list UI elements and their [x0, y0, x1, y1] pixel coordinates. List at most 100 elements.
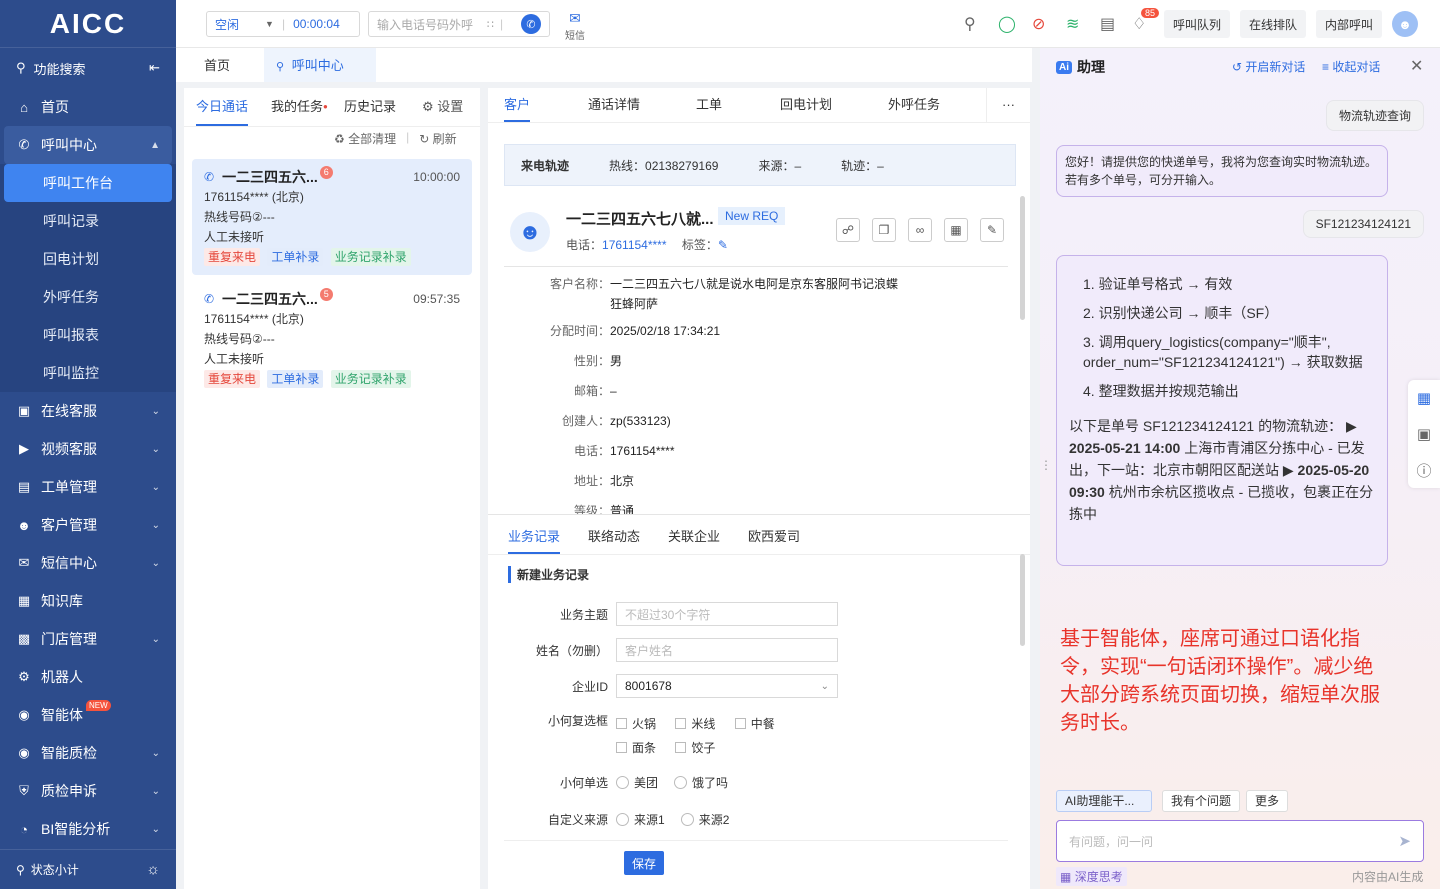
agent-status-select[interactable]: 空闲 ▼ | 00:00:04: [206, 11, 360, 37]
scrollbar[interactable]: [1020, 196, 1025, 320]
call-card[interactable]: ✆ 一二三四五六... 6 10:00:00 1761154**** (北京) …: [192, 159, 472, 275]
save-button[interactable]: 保存: [624, 851, 664, 875]
radio-meituan[interactable]: 美团: [616, 774, 658, 791]
status-summary[interactable]: ⚲ 状态小计 ☼: [0, 849, 176, 889]
trace-path: 轨迹：–: [841, 158, 884, 173]
sidebar-item-agent[interactable]: ◉ 智能体 NEW: [0, 696, 176, 734]
tab-callback-plan[interactable]: 回电计划: [780, 88, 832, 122]
scrollbar[interactable]: [1020, 554, 1025, 646]
radio-source2[interactable]: 来源2: [680, 811, 729, 828]
tab-call-detail[interactable]: 通话详情: [588, 88, 640, 122]
mute-icon[interactable]: ⊘: [1032, 14, 1045, 34]
gear-icon: ⚙: [422, 99, 434, 114]
message-icon[interactable]: ▣: [1408, 416, 1440, 452]
new-chat-label: 开启新对话: [1245, 60, 1306, 74]
sidebar-item-appeal[interactable]: ⛨ 质检申诉 ⌄: [0, 772, 176, 810]
submenu-item-workbench[interactable]: 呼叫工作台: [4, 164, 172, 202]
link-icon[interactable]: ☍: [836, 218, 860, 242]
chain-icon[interactable]: ∞: [908, 218, 932, 242]
function-search[interactable]: ⚲ 功能搜索 ⇤: [0, 48, 176, 88]
tab-customer[interactable]: 客户: [504, 88, 531, 122]
sidebar-item-robot[interactable]: ⚙ 机器人: [0, 658, 176, 696]
calendar-icon[interactable]: ▤: [1100, 14, 1115, 34]
sidebar-item-knowledge[interactable]: ▦ 知识库: [0, 582, 176, 620]
checkbox-mian[interactable]: 面条: [616, 736, 656, 760]
sidebar-item-home[interactable]: ⌂ 首页: [0, 88, 176, 126]
scan-icon[interactable]: ▦: [944, 218, 968, 242]
more-tabs-button[interactable]: ···: [986, 88, 1030, 122]
radio-source1[interactable]: 来源1: [616, 811, 665, 828]
avatar[interactable]: ☻: [1392, 11, 1418, 37]
submenu-item-callback-plan[interactable]: 回电计划: [0, 240, 176, 278]
tag-record-supplement: 业务记录补录: [330, 248, 411, 266]
customer-phone[interactable]: 1761154****: [602, 238, 667, 252]
call-queue-button[interactable]: 呼叫队列: [1164, 10, 1231, 38]
clear-all-button[interactable]: ♻ 全部清理: [334, 130, 396, 147]
subject-input[interactable]: 不超过30个字符: [616, 602, 838, 626]
submenu-item-monitor[interactable]: 呼叫监控: [0, 354, 176, 392]
headset-icon[interactable]: ◯: [998, 14, 1016, 34]
sun-icon[interactable]: ☼: [146, 861, 160, 878]
online-queue-button[interactable]: 在线排队: [1240, 10, 1307, 38]
sidebar-item-quality[interactable]: ◉ 智能质检 ⌄: [0, 734, 176, 772]
help-icon[interactable]: ⓘ: [1408, 452, 1440, 488]
tab-callcenter-label: 呼叫中心: [291, 58, 344, 73]
new-chat-button[interactable]: ↺ 开启新对话: [1232, 58, 1305, 75]
sidebar-item-tickets[interactable]: ▤ 工单管理 ⌄: [0, 468, 176, 506]
submenu-item-report[interactable]: 呼叫报表: [0, 316, 176, 354]
tab-ouxi[interactable]: 欧西爱司: [748, 520, 800, 554]
submenu-item-records[interactable]: 呼叫记录: [0, 202, 176, 240]
assistant-input[interactable]: 有问题，问一问 ➤: [1056, 820, 1424, 862]
tab-outbound-task[interactable]: 外呼任务: [888, 88, 940, 122]
checkbox-noodle[interactable]: 米线: [675, 712, 715, 736]
tab-business-records[interactable]: 业务记录: [508, 520, 561, 554]
call-icon[interactable]: ✆: [521, 14, 541, 34]
bookmark-icon[interactable]: ▦: [1408, 380, 1440, 416]
deep-think-toggle[interactable]: ▦ 深度思考: [1056, 867, 1127, 886]
call-timer: 00:00:04: [293, 17, 340, 31]
call-trace-bar: 来电轨迹 热线：02138279169 来源：– 轨迹：–: [504, 144, 1016, 186]
phone-dial-input[interactable]: 输入电话号码外呼 ∷ | ✆: [368, 11, 550, 37]
tab-settings[interactable]: ⚙ 设置: [422, 88, 463, 126]
edit-icon[interactable]: ✎: [980, 218, 1004, 242]
chevron-down-icon: ⌄: [151, 557, 160, 569]
call-card[interactable]: ✆ 一二三四五六... 5 09:57:35 1761154**** (北京) …: [192, 281, 472, 397]
collapse-chat-button[interactable]: ≡ 收起对话: [1322, 58, 1380, 75]
sidebar-item-sms[interactable]: ✉ 短信中心 ⌄: [0, 544, 176, 582]
tab-today-calls[interactable]: 今日通话: [196, 88, 249, 126]
sidebar-item-stores[interactable]: ▩ 门店管理 ⌄: [0, 620, 176, 658]
tab-home[interactable]: 首页: [192, 48, 242, 82]
checkbox-hotpot[interactable]: 火锅: [616, 712, 656, 736]
keypad-icon[interactable]: ∷: [487, 18, 494, 31]
copy-icon[interactable]: ❐: [872, 218, 896, 242]
sidebar-item-video-service[interactable]: ▶ 视频客服 ⌄: [0, 430, 176, 468]
collapse-menu-icon[interactable]: ⇤: [149, 60, 160, 76]
sidebar-item-online-service[interactable]: ▣ 在线客服 ⌄: [0, 392, 176, 430]
quick-question[interactable]: 我有个问题: [1162, 790, 1241, 812]
tab-ticket[interactable]: 工单: [696, 88, 722, 122]
sidebar-item-bi[interactable]: ◔ BI智能分析 ⌄: [0, 810, 176, 848]
search-chat-icon[interactable]: ⚲: [964, 14, 976, 34]
tab-my-tasks[interactable]: 我的任务●: [271, 88, 328, 126]
tab-callcenter[interactable]: ⚲ 呼叫中心: [264, 48, 376, 82]
quick-ai-abilities[interactable]: AI助理能干...: [1056, 790, 1152, 812]
radio-eleme[interactable]: 饿了吗: [674, 774, 728, 791]
sidebar-item-customers[interactable]: ☻ 客户管理 ⌄: [0, 506, 176, 544]
customer-name-input[interactable]: 客户姓名: [616, 638, 838, 662]
sidebar-item-callcenter[interactable]: ✆ 呼叫中心 ▲: [4, 126, 172, 164]
internal-call-button[interactable]: 内部呼叫: [1316, 10, 1383, 38]
submenu-item-outbound[interactable]: 外呼任务: [0, 278, 176, 316]
close-icon[interactable]: ✕: [1410, 56, 1423, 76]
checkbox-chinese[interactable]: 中餐: [734, 712, 775, 736]
tab-contact-history[interactable]: 联络动态: [588, 520, 640, 554]
checkbox-dumpling[interactable]: 饺子: [675, 736, 715, 760]
company-id-select[interactable]: 8001678 ⌄: [616, 674, 838, 698]
send-icon[interactable]: ➤: [1398, 832, 1411, 850]
sms-button[interactable]: ✉ 短信: [562, 10, 588, 42]
quick-more[interactable]: 更多: [1246, 790, 1289, 812]
resize-handle-icon[interactable]: ⋮: [1040, 458, 1052, 472]
tab-history[interactable]: 历史记录: [344, 88, 396, 126]
tab-related-company[interactable]: 关联企业: [668, 520, 720, 554]
edit-tag-icon[interactable]: ✎: [718, 238, 728, 252]
refresh-button[interactable]: ↻ 刷新: [419, 130, 456, 147]
